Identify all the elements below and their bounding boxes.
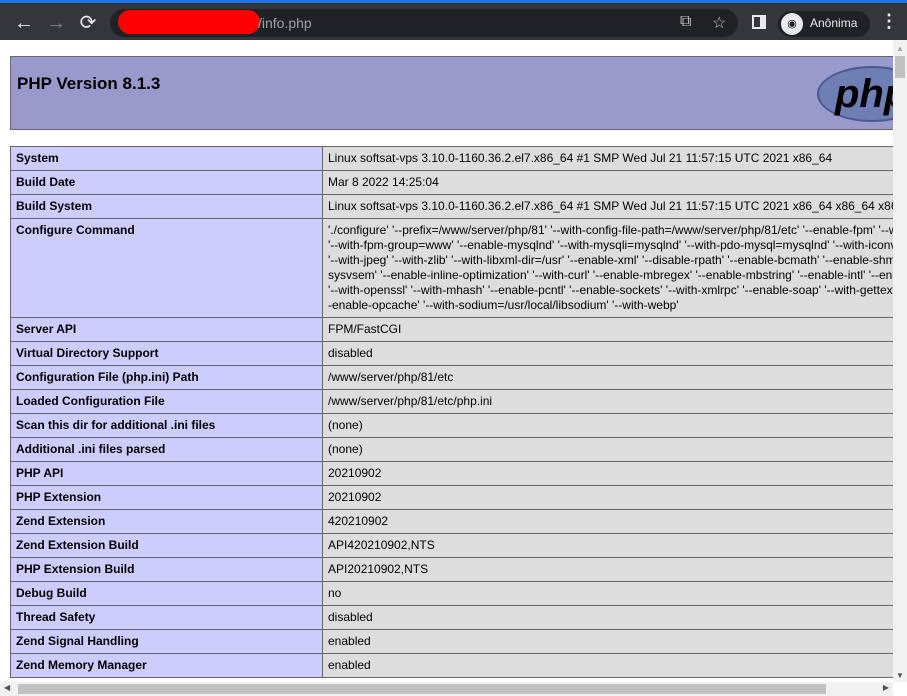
row-label: Zend Memory Manager xyxy=(10,653,323,678)
table-row: Virtual Directory Support disabled xyxy=(10,341,893,366)
row-value: API20210902,NTS xyxy=(322,557,893,582)
vertical-scrollbar[interactable]: ▲ ▼ xyxy=(893,40,907,682)
horizontal-scrollbar[interactable]: ◀ ▶ xyxy=(0,682,893,696)
bookmark-star-icon[interactable]: ☆ xyxy=(712,13,726,33)
table-row: Additional .ini files parsed (none) xyxy=(10,437,893,462)
url-text: /info.php xyxy=(258,15,312,31)
profile-button[interactable]: ◉ Anônima xyxy=(778,11,870,37)
row-label: Configuration File (php.ini) Path xyxy=(10,365,323,390)
row-label: PHP Extension xyxy=(10,485,323,510)
table-row: PHP API 20210902 xyxy=(10,461,893,486)
row-value: API420210902,NTS xyxy=(322,533,893,558)
forward-icon[interactable]: → xyxy=(44,11,68,35)
browser-toolbar: ← → ⟳ /info.php ⧉ ☆ ◉ Anônima ⋮ xyxy=(0,0,907,40)
translate-icon[interactable]: ⧉ xyxy=(680,13,691,31)
row-value: Mar 8 2022 14:25:04 xyxy=(322,170,893,195)
row-value: 20210902 xyxy=(322,461,893,486)
row-value: enabled xyxy=(322,629,893,654)
table-row: Build Date Mar 8 2022 14:25:04 xyxy=(10,170,893,195)
scroll-thumb[interactable] xyxy=(895,56,905,78)
row-value: (none) xyxy=(322,437,893,462)
redacted-host xyxy=(118,10,260,34)
row-label: Configure Command xyxy=(10,218,323,318)
row-value: Linux softsat-vps 3.10.0-1160.36.2.el7.x… xyxy=(322,194,893,219)
page-content: PHP Version 8.1.3 php SystemLinux softsa… xyxy=(0,40,893,682)
row-label: System xyxy=(10,146,323,171)
row-value: enabled xyxy=(322,653,893,678)
row-label: PHP Extension Build xyxy=(10,557,323,582)
table-row: Thread Safety disabled xyxy=(10,605,893,630)
table-row: Debug Build no xyxy=(10,581,893,606)
scroll-up-icon[interactable]: ▲ xyxy=(893,44,907,53)
php-header: PHP Version 8.1.3 php xyxy=(10,56,893,130)
row-label: Zend Signal Handling xyxy=(10,629,323,654)
table-row: Zend Extension 420210902 xyxy=(10,509,893,534)
row-value: FPM/FastCGI xyxy=(322,317,893,342)
scroll-thumb[interactable] xyxy=(18,684,826,694)
row-value: 20210902 xyxy=(322,485,893,510)
info-table: System Linux softsat-vps 3.10.0-1160.36.2… xyxy=(10,146,893,678)
row-value: disabled xyxy=(322,605,893,630)
address-bar[interactable]: /info.php ⧉ ☆ xyxy=(110,9,738,37)
row-label: Thread Safety xyxy=(10,605,323,630)
scroll-right-icon[interactable]: ▶ xyxy=(883,683,889,692)
profile-name: Anônima xyxy=(810,16,858,30)
table-row: Zend Signal Handling enabled xyxy=(10,629,893,654)
table-row: Build System Linux softsat-vps 3.10.0-116… xyxy=(10,194,893,219)
scroll-down-icon[interactable]: ▼ xyxy=(893,671,907,680)
side-panel-icon[interactable] xyxy=(752,15,766,29)
table-row: PHP Extension Build API20210902,NTS xyxy=(10,557,893,582)
table-row: PHP Extension 20210902 xyxy=(10,485,893,510)
table-row: Configuration File (php.ini) Path/www/se… xyxy=(10,365,893,390)
row-value: no xyxy=(322,581,893,606)
row-value: /www/server/php/81/etc/php.ini xyxy=(322,389,893,414)
row-value: Linux softsat-vps 3.10.0-1160.36.2.el7.x… xyxy=(322,146,893,171)
row-label: Virtual Directory Support xyxy=(10,341,323,366)
row-label: Server API xyxy=(10,317,323,342)
row-label: Zend Extension Build xyxy=(10,533,323,558)
table-row: Zend Memory Manager enabled xyxy=(10,653,893,678)
scroll-left-icon[interactable]: ◀ xyxy=(4,683,10,692)
page-title: PHP Version 8.1.3 xyxy=(17,74,161,93)
row-value: './configure' '--prefix=/www/server/php/… xyxy=(322,218,893,318)
back-icon[interactable]: ← xyxy=(12,11,36,35)
reload-icon[interactable]: ⟳ xyxy=(76,11,100,35)
table-row: System Linux softsat-vps 3.10.0-1160.36.2… xyxy=(10,146,893,171)
row-label: Additional .ini files parsed xyxy=(10,437,323,462)
row-label: Debug Build xyxy=(10,581,323,606)
row-label: Build System xyxy=(10,194,323,219)
php-logo: php xyxy=(817,66,893,122)
row-value: 420210902 xyxy=(322,509,893,534)
kebab-menu-icon[interactable]: ⋮ xyxy=(880,11,898,32)
table-row: Loaded Configuration File/www/server/php… xyxy=(10,389,893,414)
row-label: PHP API xyxy=(10,461,323,486)
row-value: disabled xyxy=(322,341,893,366)
row-label: Build Date xyxy=(10,170,323,195)
incognito-icon: ◉ xyxy=(781,13,803,35)
row-label: Scan this dir for additional .ini files xyxy=(10,413,323,438)
table-row: Scan this dir for additional .ini files(… xyxy=(10,413,893,438)
row-value: (none) xyxy=(322,413,893,438)
row-label: Loaded Configuration File xyxy=(10,389,323,414)
table-row: Configure Command './configure' '--prefix… xyxy=(10,218,893,318)
row-value: /www/server/php/81/etc xyxy=(322,365,893,390)
row-label: Zend Extension xyxy=(10,509,323,534)
table-row: Zend Extension Build API420210902,NTS xyxy=(10,533,893,558)
table-row: Server API FPM/FastCGI xyxy=(10,317,893,342)
